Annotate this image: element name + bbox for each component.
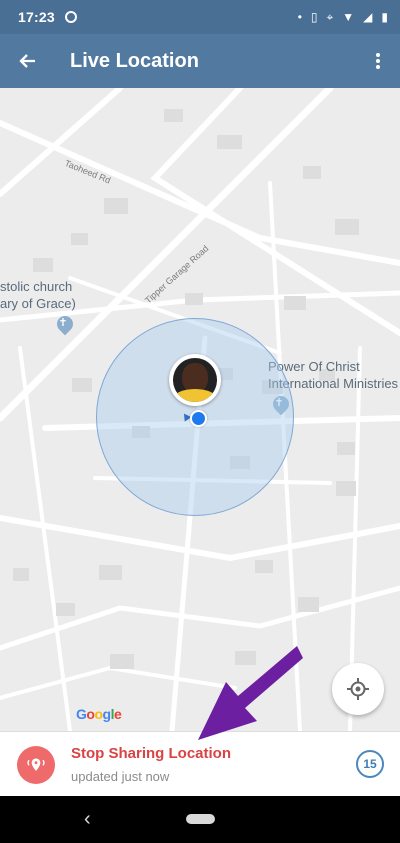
signal-icon: ◢ xyxy=(363,10,373,24)
app-bar: Live Location xyxy=(0,34,400,88)
overflow-menu-button[interactable] xyxy=(366,49,390,73)
wifi-icon: ▼ xyxy=(342,10,355,24)
status-time: 17:23 xyxy=(18,9,55,25)
google-logo-letter: o xyxy=(94,706,103,722)
battery-icon: ▮ xyxy=(381,10,388,24)
google-logo: Google xyxy=(76,706,122,722)
status-icons: • ▯ ⌖ ▼ ◢ ▮ xyxy=(298,10,388,25)
sharing-panel: Stop Sharing Location updated just now 1… xyxy=(0,731,400,796)
more-vertical-icon xyxy=(376,53,380,69)
church-label-left-line2: ary of Grace) xyxy=(0,296,76,311)
system-back-icon[interactable]: ‹ xyxy=(84,808,91,831)
back-button[interactable] xyxy=(16,49,40,73)
avatar-photo xyxy=(173,358,217,402)
notification-dot-icon: • xyxy=(297,10,302,24)
my-location-button[interactable] xyxy=(332,663,384,715)
my-location-icon xyxy=(347,678,369,700)
google-logo-letter: g xyxy=(102,706,112,722)
church-label-left: stolic church ary of Grace) xyxy=(0,278,76,312)
system-navigation-bar: ‹ xyxy=(0,796,400,843)
status-bar: 17:23 • ▯ ⌖ ▼ ◢ ▮ xyxy=(0,0,400,34)
page-title: Live Location xyxy=(70,49,199,72)
location-broadcast-icon xyxy=(27,758,45,771)
location-icon: ⌖ xyxy=(326,9,334,24)
church-label-right-line1: Power Of Christ xyxy=(268,359,360,374)
user-avatar[interactable] xyxy=(169,354,221,406)
system-home-pill[interactable] xyxy=(186,814,215,824)
stop-sharing-button[interactable]: Stop Sharing Location xyxy=(71,745,231,762)
google-logo-letter: e xyxy=(113,706,122,722)
notification-dot-icon xyxy=(64,11,77,23)
map-view[interactable]: Taoheed Rd Tipper Garage Road stolic chu… xyxy=(0,88,400,731)
arrow-back-icon xyxy=(19,54,35,68)
vibrate-icon: ▯ xyxy=(310,10,318,24)
avatar-shirt-shape xyxy=(173,389,217,402)
google-logo-letter: G xyxy=(76,706,87,722)
church-label-left-line1: stolic church xyxy=(0,279,73,294)
sharing-timer-badge[interactable]: 15 xyxy=(356,750,384,778)
current-location-dot xyxy=(190,410,207,427)
location-update-status: updated just now xyxy=(71,769,170,784)
stop-sharing-icon-button[interactable] xyxy=(17,746,55,784)
